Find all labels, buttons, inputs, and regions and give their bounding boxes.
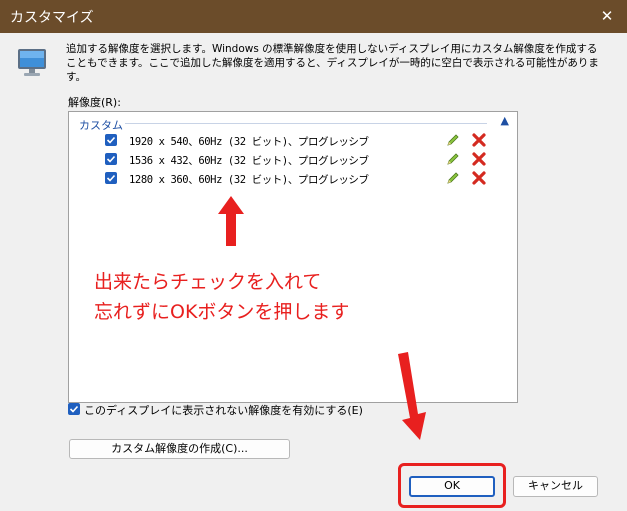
resolution-text: 1280 x 360、60Hz (32 ビット)、プログレッシブ <box>129 174 369 186</box>
group-divider <box>125 123 487 124</box>
window-title: カスタマイズ <box>10 10 94 26</box>
delete-x-icon[interactable] <box>471 132 487 148</box>
cancel-button[interactable]: キャンセル <box>513 476 598 497</box>
ok-button[interactable]: OK <box>409 476 495 497</box>
description-text: 追加する解像度を選択します。Windows の標準解像度を使用しないディスプレイ… <box>66 43 599 83</box>
pencil-icon[interactable] <box>445 151 461 167</box>
resolution-checkbox[interactable] <box>105 153 117 165</box>
annotation-line-1: 出来たらチェックを入れて <box>94 271 322 293</box>
enable-hidden-checkbox[interactable] <box>68 403 80 415</box>
instruction-annotation: 出来たらチェックを入れて 忘れずにOKボタンを押します <box>94 267 349 327</box>
pencil-icon[interactable] <box>445 170 461 186</box>
delete-x-icon[interactable] <box>471 151 487 167</box>
arrow-down-icon <box>398 352 426 440</box>
close-icon[interactable]: ✕ <box>597 6 617 26</box>
group-header-custom: カスタム <box>79 119 123 132</box>
annotation-line-2: 忘れずにOKボタンを押します <box>94 301 350 323</box>
arrow-up-icon <box>218 196 244 246</box>
resolution-label: 解像度(R): <box>68 96 121 109</box>
create-custom-resolution-button[interactable]: カスタム解像度の作成(C)... <box>69 439 290 459</box>
title-bar: カスタマイズ ✕ <box>0 0 627 33</box>
resolution-list[interactable]: カスタム ▲ 1920 x 540、60Hz (32 ビット)、プログレッシブ … <box>68 111 518 403</box>
delete-x-icon[interactable] <box>471 170 487 186</box>
resolution-checkbox[interactable] <box>105 134 117 146</box>
list-item[interactable]: 1536 x 432、60Hz (32 ビット)、プログレッシブ <box>105 151 505 169</box>
resolution-text: 1536 x 432、60Hz (32 ビット)、プログレッシブ <box>129 155 369 167</box>
pencil-icon[interactable] <box>445 132 461 148</box>
customize-dialog: 追加する解像度を選択します。Windows の標準解像度を使用しないディスプレイ… <box>0 33 627 511</box>
list-item[interactable]: 1280 x 360、60Hz (32 ビット)、プログレッシブ <box>105 170 505 188</box>
monitor-icon <box>18 49 46 76</box>
resolution-text: 1920 x 540、60Hz (32 ビット)、プログレッシブ <box>129 136 369 148</box>
list-item[interactable]: 1920 x 540、60Hz (32 ビット)、プログレッシブ <box>105 132 505 150</box>
enable-hidden-checkbox-label: このディスプレイに表示されない解像度を有効にする(E) <box>84 404 363 417</box>
resolution-checkbox[interactable] <box>105 172 117 184</box>
collapse-chevron-icon[interactable]: ▲ <box>501 114 509 127</box>
